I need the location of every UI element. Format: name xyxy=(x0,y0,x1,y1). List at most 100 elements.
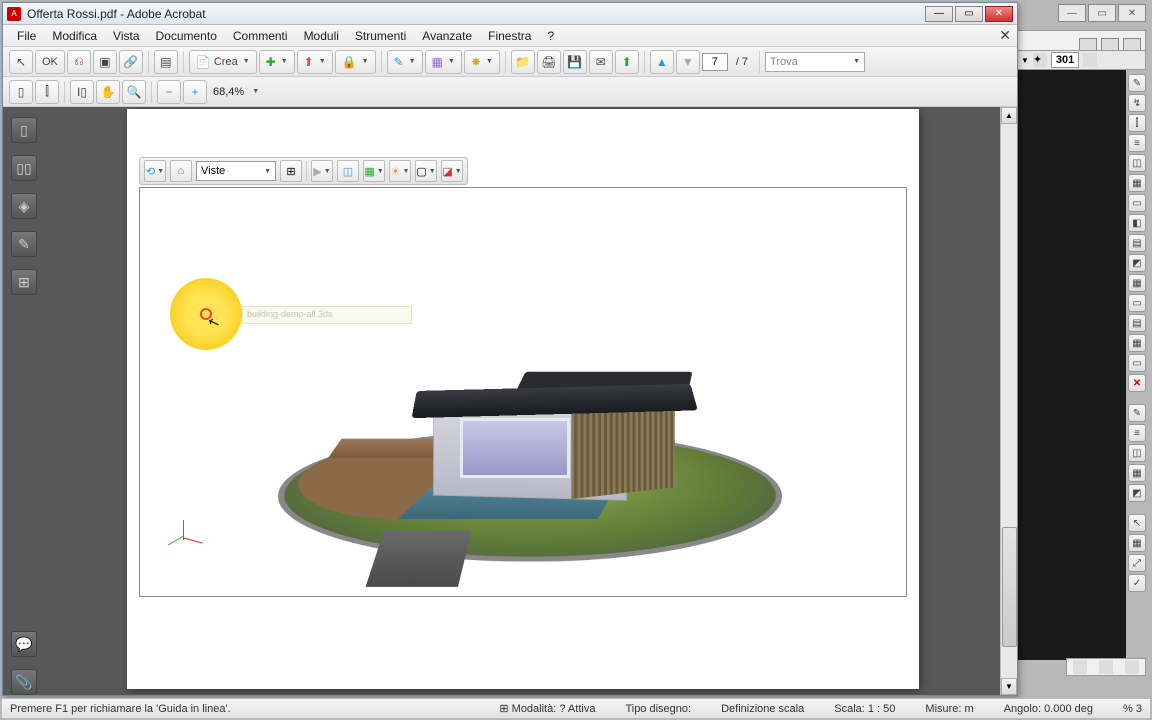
3d-play-icon[interactable]: ▶▼ xyxy=(311,160,333,182)
page-number-input[interactable] xyxy=(702,53,728,71)
bg-tool-icon[interactable]: ▭ xyxy=(1128,194,1146,212)
continuous-page-icon[interactable]: ⫿ xyxy=(35,80,59,104)
menu-strumenti[interactable]: Strumenti xyxy=(347,26,414,46)
bg-tool-icon[interactable]: ▤ xyxy=(1128,314,1146,332)
menu-moduli[interactable]: Moduli xyxy=(296,26,347,46)
snap-icon[interactable]: ⊞ xyxy=(499,703,511,715)
bg-tool-icon[interactable]: ↯ xyxy=(1128,94,1146,112)
combine-dropdown[interactable]: ✚▼ xyxy=(259,50,295,74)
3d-render-mode-icon[interactable]: ▦▼ xyxy=(363,160,385,182)
multimedia-dropdown[interactable]: ✸▼ xyxy=(464,50,500,74)
bg-tool-icon[interactable]: ▦ xyxy=(1128,334,1146,352)
select-tool-icon[interactable]: I▯ xyxy=(70,80,94,104)
vertical-scrollbar[interactable]: ▲ ▼ xyxy=(1000,107,1017,695)
undo-icon[interactable]: ⎌ xyxy=(67,50,91,74)
bg-tool-icon[interactable]: ◫ xyxy=(1128,154,1146,172)
bg-tool-icon[interactable]: ✎ xyxy=(1128,74,1146,92)
close-button[interactable]: ✕ xyxy=(985,6,1013,22)
bg-bottom-icon[interactable] xyxy=(1125,660,1139,674)
bg-tool-icon[interactable]: ◧ xyxy=(1128,214,1146,232)
forms-dropdown[interactable]: ▦▼ xyxy=(425,50,462,74)
menu-vista[interactable]: Vista xyxy=(105,26,147,46)
scan-icon[interactable]: ▤ xyxy=(154,50,178,74)
3d-cross-section-icon[interactable]: ◪▼ xyxy=(441,160,463,182)
bg-bottom-icon[interactable] xyxy=(1099,660,1113,674)
pages-panel-icon[interactable]: ▯ xyxy=(11,117,37,143)
export-dropdown[interactable]: ⬆▼ xyxy=(297,50,333,74)
find-input[interactable]: Trova▼ xyxy=(765,52,865,72)
clipboard-icon[interactable]: ▣ xyxy=(93,50,117,74)
3d-toggle-tree-icon[interactable]: ⊞ xyxy=(280,160,302,182)
model-tree-panel-icon[interactable]: ⊞ xyxy=(11,269,37,295)
bg-bottom-icon[interactable] xyxy=(1073,660,1087,674)
bg-tool-icon[interactable]: ✎ xyxy=(1128,404,1146,422)
menu-file[interactable]: File xyxy=(9,26,44,46)
link-icon[interactable]: 🔗 xyxy=(119,50,143,74)
3d-canvas[interactable]: ↖ building-demo-all.3ds xyxy=(139,187,907,597)
email-icon[interactable]: ✉ xyxy=(589,50,613,74)
zoom-in-icon[interactable]: + xyxy=(183,80,207,104)
page-down-icon[interactable]: ▼ xyxy=(676,50,700,74)
zoom-dropdown-icon[interactable]: ▼ xyxy=(252,88,259,95)
maximize-button[interactable]: ▭ xyxy=(955,6,983,22)
minimize-button[interactable]: — xyxy=(925,6,953,22)
bg-tool-icon[interactable]: ≡ xyxy=(1128,424,1146,442)
bg-tool-icon[interactable]: ⫿ xyxy=(1128,114,1146,132)
bg-maximize-button[interactable]: ▭ xyxy=(1088,4,1116,22)
secure-dropdown[interactable]: 🔒▼ xyxy=(335,50,376,74)
document-viewport[interactable]: ⟲▼ ⌂ Viste▼ ⊞ ▶▼ ◫ ▦▼ ☀▼ ▢▼ ◪▼ xyxy=(45,107,1017,695)
marquee-zoom-icon[interactable]: 🔍 xyxy=(122,80,146,104)
bg-minimize-button[interactable]: — xyxy=(1058,4,1086,22)
scroll-up-icon[interactable]: ▲ xyxy=(1001,107,1017,124)
bg-tool-icon[interactable]: ≡ xyxy=(1128,134,1146,152)
bg-sub-icon[interactable]: ✦ xyxy=(1033,53,1047,67)
close-document-button[interactable]: ✕ xyxy=(999,27,1011,44)
hand-tool-icon[interactable]: ✋ xyxy=(96,80,120,104)
sign-dropdown[interactable]: ✎▼ xyxy=(387,50,423,74)
bg-tool-icon[interactable]: ◩ xyxy=(1128,484,1146,502)
3d-rotate-icon[interactable]: ⟲▼ xyxy=(144,160,166,182)
bg-tool-icon[interactable]: ◫ xyxy=(1128,444,1146,462)
scroll-down-icon[interactable]: ▼ xyxy=(1001,678,1017,695)
bg-tool-icon[interactable]: ✓ xyxy=(1128,574,1146,592)
menu-finestra[interactable]: Finestra xyxy=(480,26,539,46)
page-up-icon[interactable]: ▲ xyxy=(650,50,674,74)
print-icon[interactable]: 🖨 xyxy=(537,50,561,74)
bg-tool-icon[interactable]: ▦ xyxy=(1128,534,1146,552)
open-icon[interactable]: 📁 xyxy=(511,50,535,74)
bookmarks-panel-icon[interactable]: ▯▯ xyxy=(11,155,37,181)
single-page-icon[interactable]: ▯ xyxy=(9,80,33,104)
menu-avanzate[interactable]: Avanzate xyxy=(414,26,480,46)
bg-tool-icon[interactable]: ▭ xyxy=(1128,294,1146,312)
create-dropdown[interactable]: 📄Crea▼ xyxy=(189,50,257,74)
scroll-thumb[interactable] xyxy=(1002,527,1017,647)
zoom-value[interactable]: 68,4% xyxy=(213,86,244,98)
share-icon[interactable]: ⬆ xyxy=(615,50,639,74)
bg-tool-delete-icon[interactable]: ✕ xyxy=(1128,374,1146,392)
menu-documento[interactable]: Documento xyxy=(148,26,225,46)
bg-sub-icon2[interactable] xyxy=(1083,53,1097,67)
bg-tool-icon[interactable]: ▦ xyxy=(1128,274,1146,292)
status-scale-def[interactable]: Definizione scala xyxy=(721,703,804,715)
3d-background-icon[interactable]: ▢▼ xyxy=(415,160,437,182)
bg-number-field[interactable]: 301 xyxy=(1051,52,1079,68)
ok-button[interactable]: OK xyxy=(35,50,65,74)
bg-close-button[interactable]: ✕ xyxy=(1118,4,1146,22)
bg-tool-icon[interactable]: ▦ xyxy=(1128,464,1146,482)
bg-tool-icon[interactable]: ▭ xyxy=(1128,354,1146,372)
menu-modifica[interactable]: Modifica xyxy=(44,26,105,46)
zoom-out-icon[interactable]: − xyxy=(157,80,181,104)
bg-tool-icon[interactable]: ▤ xyxy=(1128,234,1146,252)
3d-home-icon[interactable]: ⌂ xyxy=(170,160,192,182)
menu-commenti[interactable]: Commenti xyxy=(225,26,296,46)
comments-panel-icon[interactable]: 💬 xyxy=(11,631,37,657)
bg-tool-icon[interactable]: ⤢ xyxy=(1128,554,1146,572)
signatures-panel-icon[interactable]: ✎ xyxy=(11,231,37,257)
3d-views-dropdown[interactable]: Viste▼ xyxy=(196,161,276,181)
attachments-panel-icon[interactable]: 📎 xyxy=(11,669,37,695)
3d-projection-icon[interactable]: ◫ xyxy=(337,160,359,182)
save-icon[interactable]: 💾 xyxy=(563,50,587,74)
bg-tool-icon[interactable]: ◩ xyxy=(1128,254,1146,272)
3d-lighting-icon[interactable]: ☀▼ xyxy=(389,160,411,182)
bg-tool-icon[interactable]: ↖ xyxy=(1128,514,1146,532)
